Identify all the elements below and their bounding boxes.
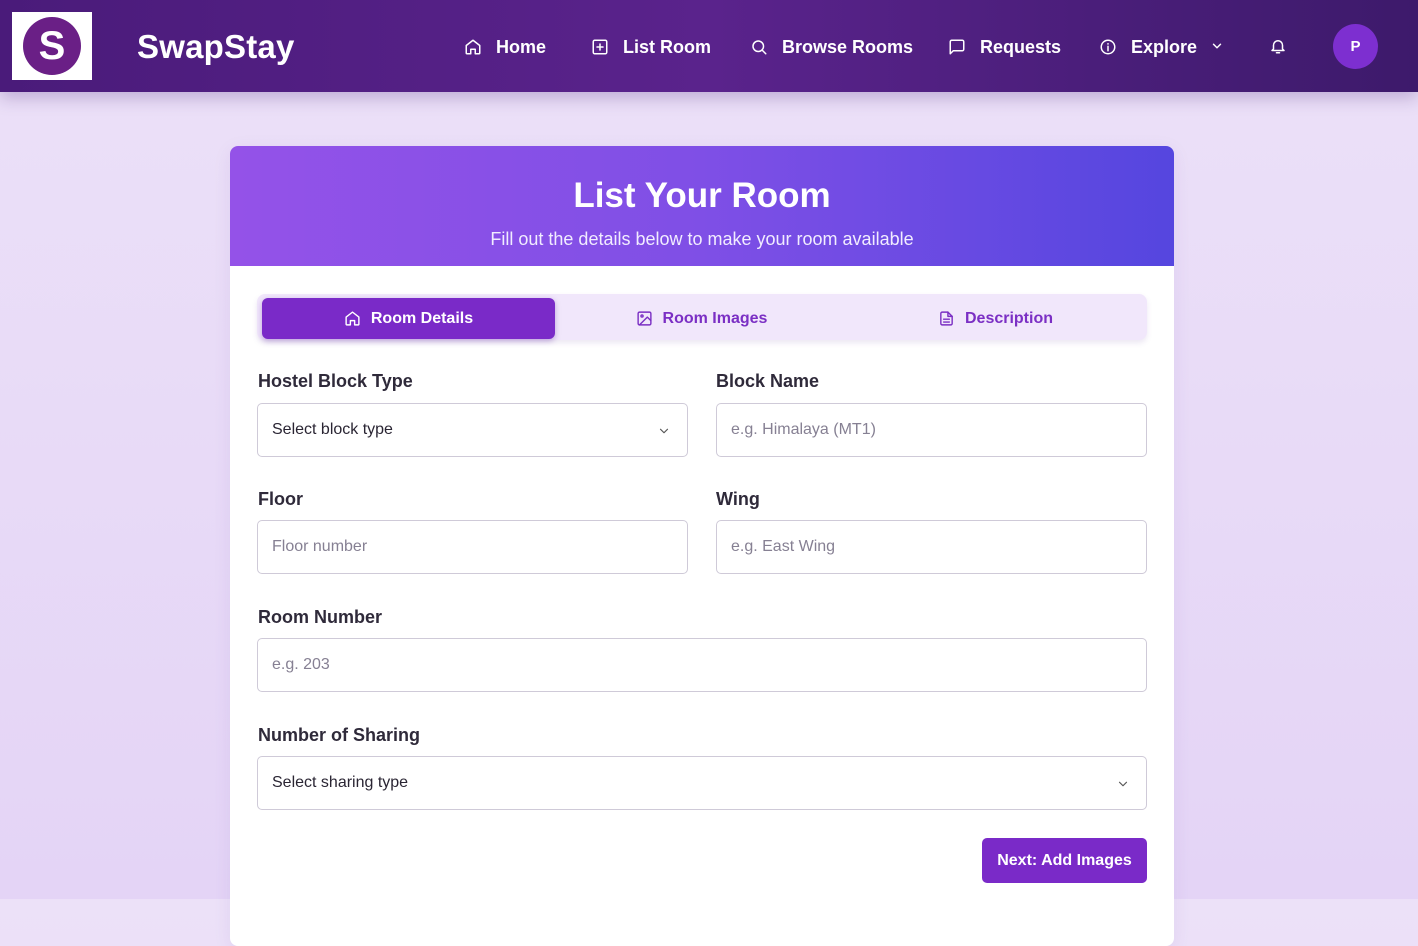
info-icon: [1100, 39, 1116, 55]
nav-item-label: List Room: [623, 36, 711, 57]
tab-room-images[interactable]: Room Images: [555, 298, 848, 339]
wing-field: [716, 520, 1147, 574]
nav-item-label: Home: [496, 36, 547, 57]
plus-square-icon: [592, 39, 608, 55]
page-subtitle: Fill out the details below to make your …: [490, 229, 914, 249]
search-icon: [752, 40, 767, 55]
nav-item-list-room[interactable]: List Room: [591, 34, 711, 60]
floor-input[interactable]: [272, 521, 687, 573]
brand-name[interactable]: SwapStay: [137, 28, 295, 66]
card-header: List Your Room Fill out the details belo…: [230, 146, 1174, 266]
tab-label: Description: [964, 309, 1053, 327]
image-icon: [636, 311, 652, 326]
floor-label: Floor: [258, 489, 303, 509]
chevron-down-icon: [659, 428, 669, 434]
nav-item-label: Requests: [980, 36, 1062, 57]
sharing-label: Number of Sharing: [258, 725, 421, 745]
avatar[interactable]: P: [1333, 24, 1378, 69]
top-navbar: S SwapStay Home List Room Browse Rooms R…: [0, 0, 1418, 92]
hostel-block-type-label: Hostel Block Type: [258, 371, 413, 391]
tab-label: Room Details: [370, 309, 474, 327]
home-icon: [465, 39, 481, 55]
page-title: List Your Room: [573, 176, 831, 215]
sharing-type-select[interactable]: Select sharing type: [257, 756, 1147, 810]
room-number-field: [257, 638, 1147, 692]
nav-item-requests[interactable]: Requests: [948, 34, 1061, 60]
home-icon: [345, 311, 360, 326]
nav-item-browse-rooms[interactable]: Browse Rooms: [750, 34, 913, 60]
document-icon: [940, 311, 953, 326]
logo-mark: S: [23, 17, 81, 75]
wing-input[interactable]: [731, 521, 1146, 573]
bell-icon[interactable]: [1269, 37, 1287, 55]
nav-item-label: Browse Rooms: [782, 36, 914, 57]
logo[interactable]: S: [12, 12, 92, 80]
block-name-label: Block Name: [716, 371, 820, 391]
nav-item-label: Explore: [1131, 36, 1198, 57]
tab-label: Room Images: [662, 309, 768, 327]
wing-label: Wing: [716, 489, 760, 509]
nav-item-home[interactable]: Home: [464, 34, 546, 60]
chat-icon: [949, 39, 965, 55]
block-name-field: [716, 403, 1147, 457]
floor-field: [257, 520, 688, 574]
select-value: Select block type: [272, 421, 393, 438]
select-value: Select sharing type: [272, 774, 409, 791]
next-add-images-button[interactable]: Next: Add Images: [982, 838, 1147, 883]
block-name-input[interactable]: [731, 404, 1146, 456]
tab-room-details[interactable]: Room Details: [262, 298, 555, 339]
room-number-label: Room Number: [258, 607, 383, 627]
tab-description[interactable]: Description: [849, 298, 1142, 339]
chevron-down-icon: [1118, 781, 1128, 787]
hostel-block-type-select[interactable]: Select block type: [257, 403, 688, 457]
chevron-down-icon[interactable]: [1210, 39, 1224, 53]
list-room-card: List Your Room Fill out the details belo…: [230, 146, 1174, 946]
nav-item-explore[interactable]: Explore: [1099, 34, 1197, 60]
form-tabs: Room Details Room Images Description: [257, 294, 1147, 340]
room-number-input[interactable]: [272, 639, 1146, 691]
